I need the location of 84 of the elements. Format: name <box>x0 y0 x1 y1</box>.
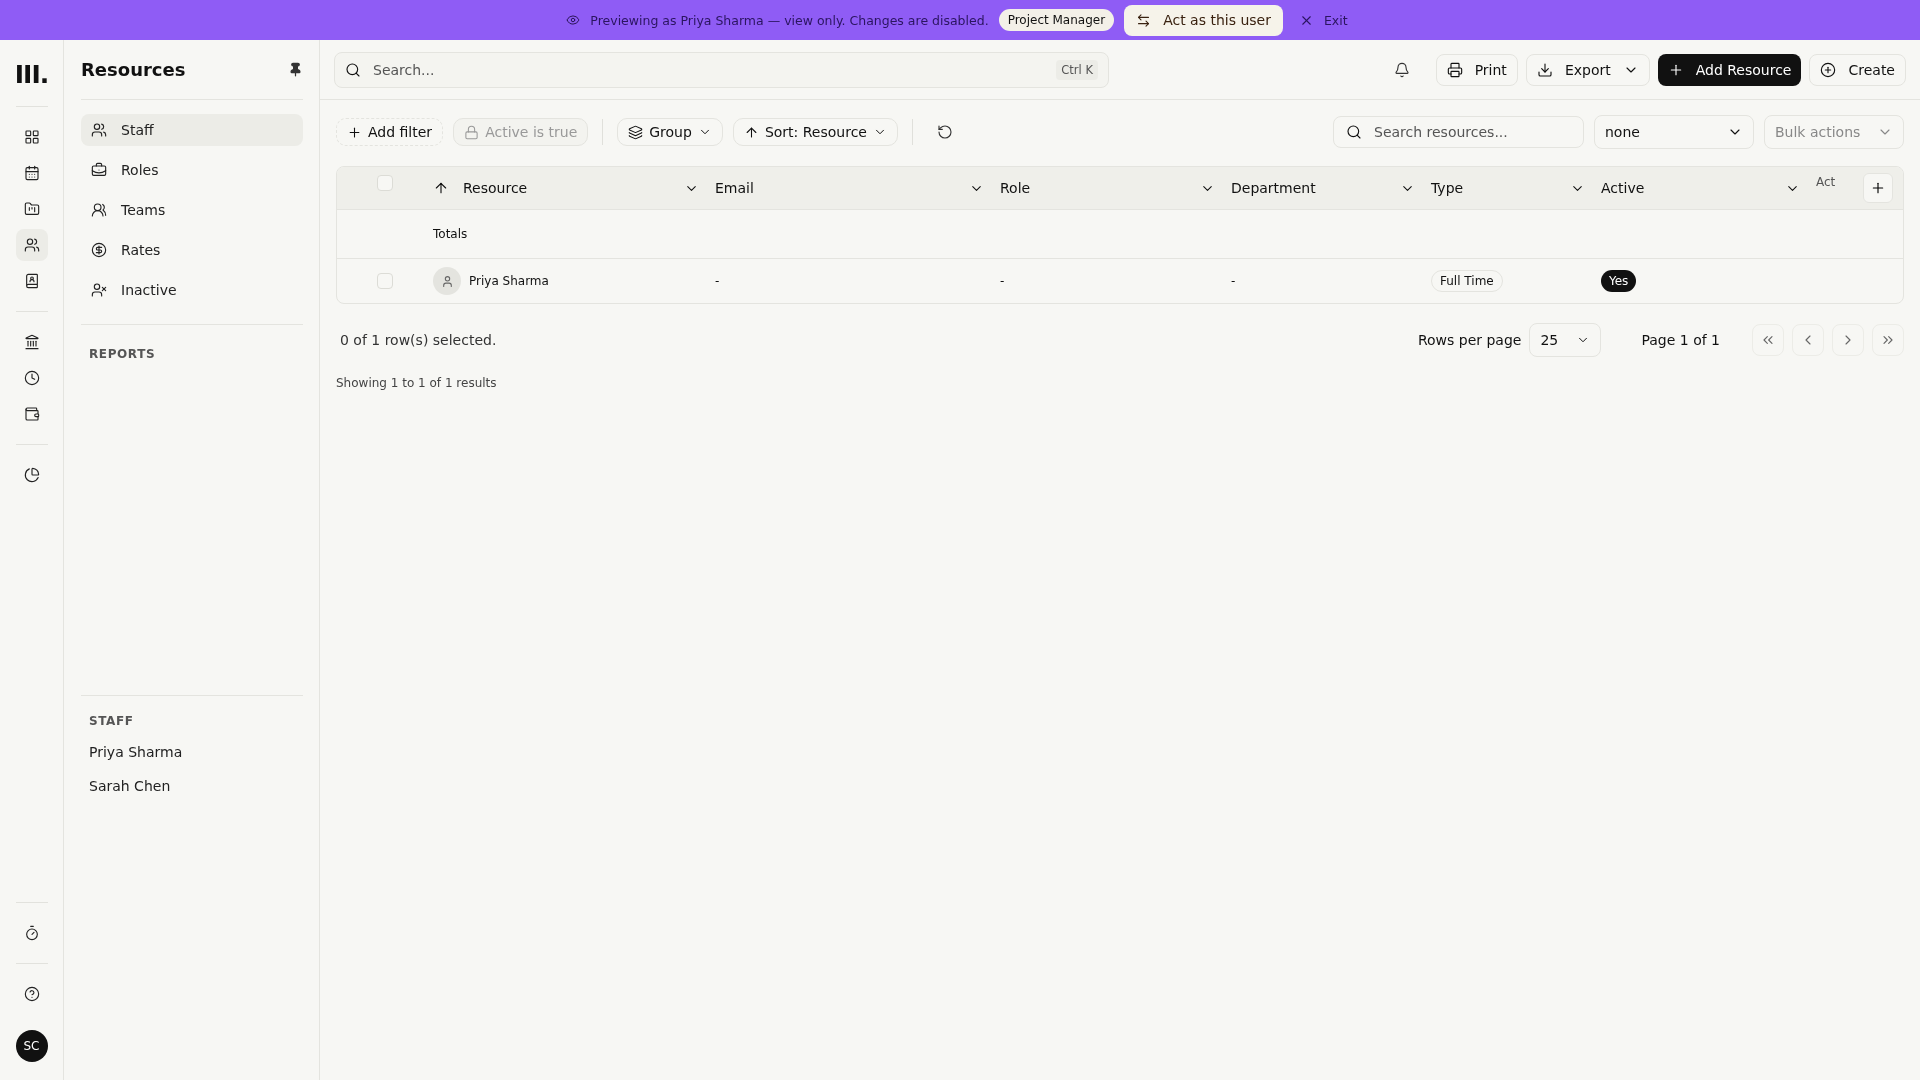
pin-icon[interactable] <box>288 62 303 77</box>
page-indicator: Page 1 of 1 <box>1641 332 1720 348</box>
selection-count: 0 of 1 row(s) selected. <box>339 332 497 348</box>
column-header[interactable]: Resource <box>463 180 670 196</box>
printer-icon <box>1446 61 1463 78</box>
reset-icon <box>936 124 953 140</box>
app-logo[interactable]: III. <box>14 54 49 94</box>
bell-icon <box>1393 61 1410 78</box>
rows-per-page-select[interactable]: 25 <box>1529 323 1602 357</box>
column-header: Act <box>1816 175 1836 189</box>
rows-per-page-label: Rows per page <box>1417 332 1522 348</box>
row-checkbox[interactable] <box>377 273 393 289</box>
select-all-checkbox[interactable] <box>377 175 393 191</box>
plus-icon <box>1870 180 1886 196</box>
sidebar-title: Resources <box>81 59 186 80</box>
people-icon <box>91 202 107 218</box>
column-header[interactable]: Type <box>1431 180 1556 196</box>
sidebar-item[interactable]: Teams <box>81 194 303 226</box>
sort-button[interactable]: Sort: Resource <box>732 118 898 146</box>
user-avatar[interactable]: SC <box>15 1030 48 1062</box>
print-button[interactable]: Print <box>1435 53 1518 86</box>
clock-icon <box>23 370 40 386</box>
first-page-button[interactable] <box>1752 324 1784 356</box>
resource-search-field[interactable]: Search resources... <box>1372 123 1571 141</box>
view-select[interactable]: none <box>1594 115 1754 149</box>
dollar-icon <box>91 242 107 258</box>
help-icon <box>23 986 40 1002</box>
plus-icon <box>347 124 362 140</box>
create-button[interactable]: Create <box>1809 53 1906 86</box>
results-summary: Showing 1 to 1 of 1 results <box>336 376 498 390</box>
stopwatch-icon <box>23 925 40 941</box>
dashboard-icon <box>23 129 40 145</box>
pie-chart-icon <box>23 467 40 483</box>
role-badge: Project Manager <box>998 9 1115 31</box>
group-button[interactable]: Group <box>617 118 723 146</box>
resource-name[interactable]: Priya Sharma <box>469 274 549 288</box>
user-x-icon <box>91 282 107 298</box>
table-cell: - <box>1000 274 1005 288</box>
add-resource-button[interactable]: Add Resource <box>1657 53 1802 86</box>
download-icon <box>1536 61 1553 78</box>
sidebar-item[interactable]: Inactive <box>81 274 303 306</box>
column-header[interactable]: Email <box>715 180 955 196</box>
folder-icon <box>23 201 40 217</box>
shortcut-hint: Ctrl K <box>1056 59 1098 80</box>
add-column-button[interactable] <box>1863 173 1893 203</box>
briefcase-icon <box>91 162 107 178</box>
column-header[interactable]: Department <box>1231 180 1386 196</box>
active-tag: Yes <box>1601 270 1637 292</box>
exit-button[interactable]: Exit <box>1292 11 1354 29</box>
people-icon <box>91 122 107 138</box>
export-button[interactable]: Export <box>1525 53 1650 86</box>
column-header[interactable]: Role <box>1000 180 1186 196</box>
search-icon <box>345 61 361 78</box>
contact-book-icon <box>23 273 40 289</box>
plus-circle-icon <box>1820 61 1837 78</box>
preview-message: Previewing as Priya Sharma — view only. Changes are disabled. <box>590 12 989 28</box>
rail-nav-button[interactable] <box>15 229 48 261</box>
act-as-user-button[interactable]: Act as this user <box>1124 4 1283 36</box>
staff-link[interactable]: Priya Sharma <box>81 744 303 760</box>
last-page-button[interactable] <box>1872 324 1904 356</box>
search-box[interactable]: Search... Ctrl K <box>334 51 1109 88</box>
calendar-icon <box>23 165 40 181</box>
totals-label: Totals <box>433 227 469 241</box>
table-cell: - <box>1231 274 1236 288</box>
eye-icon <box>566 13 581 27</box>
search-icon <box>1346 124 1362 140</box>
wallet-icon <box>23 406 40 422</box>
lock-icon <box>464 124 480 140</box>
column-header[interactable]: Active <box>1601 180 1771 196</box>
sidebar-item[interactable]: Rates <box>81 234 303 266</box>
people-icon <box>23 237 40 253</box>
bank-icon <box>23 334 40 350</box>
table-cell: - <box>715 274 720 288</box>
section-heading: STAFF <box>88 714 135 728</box>
resource-search-box[interactable]: Search resources... <box>1333 116 1584 148</box>
add-filter-button[interactable]: Add filter <box>336 118 444 146</box>
layers-icon <box>628 124 644 140</box>
staff-link[interactable]: Sarah Chen <box>81 778 303 794</box>
avatar-placeholder <box>433 267 461 295</box>
section-heading: REPORTS <box>88 347 157 361</box>
search-field[interactable]: Search... <box>371 60 1047 79</box>
sidebar-item[interactable]: Staff <box>81 114 303 146</box>
swap-icon <box>1136 12 1152 28</box>
sidebar-item[interactable]: Roles <box>81 154 303 186</box>
